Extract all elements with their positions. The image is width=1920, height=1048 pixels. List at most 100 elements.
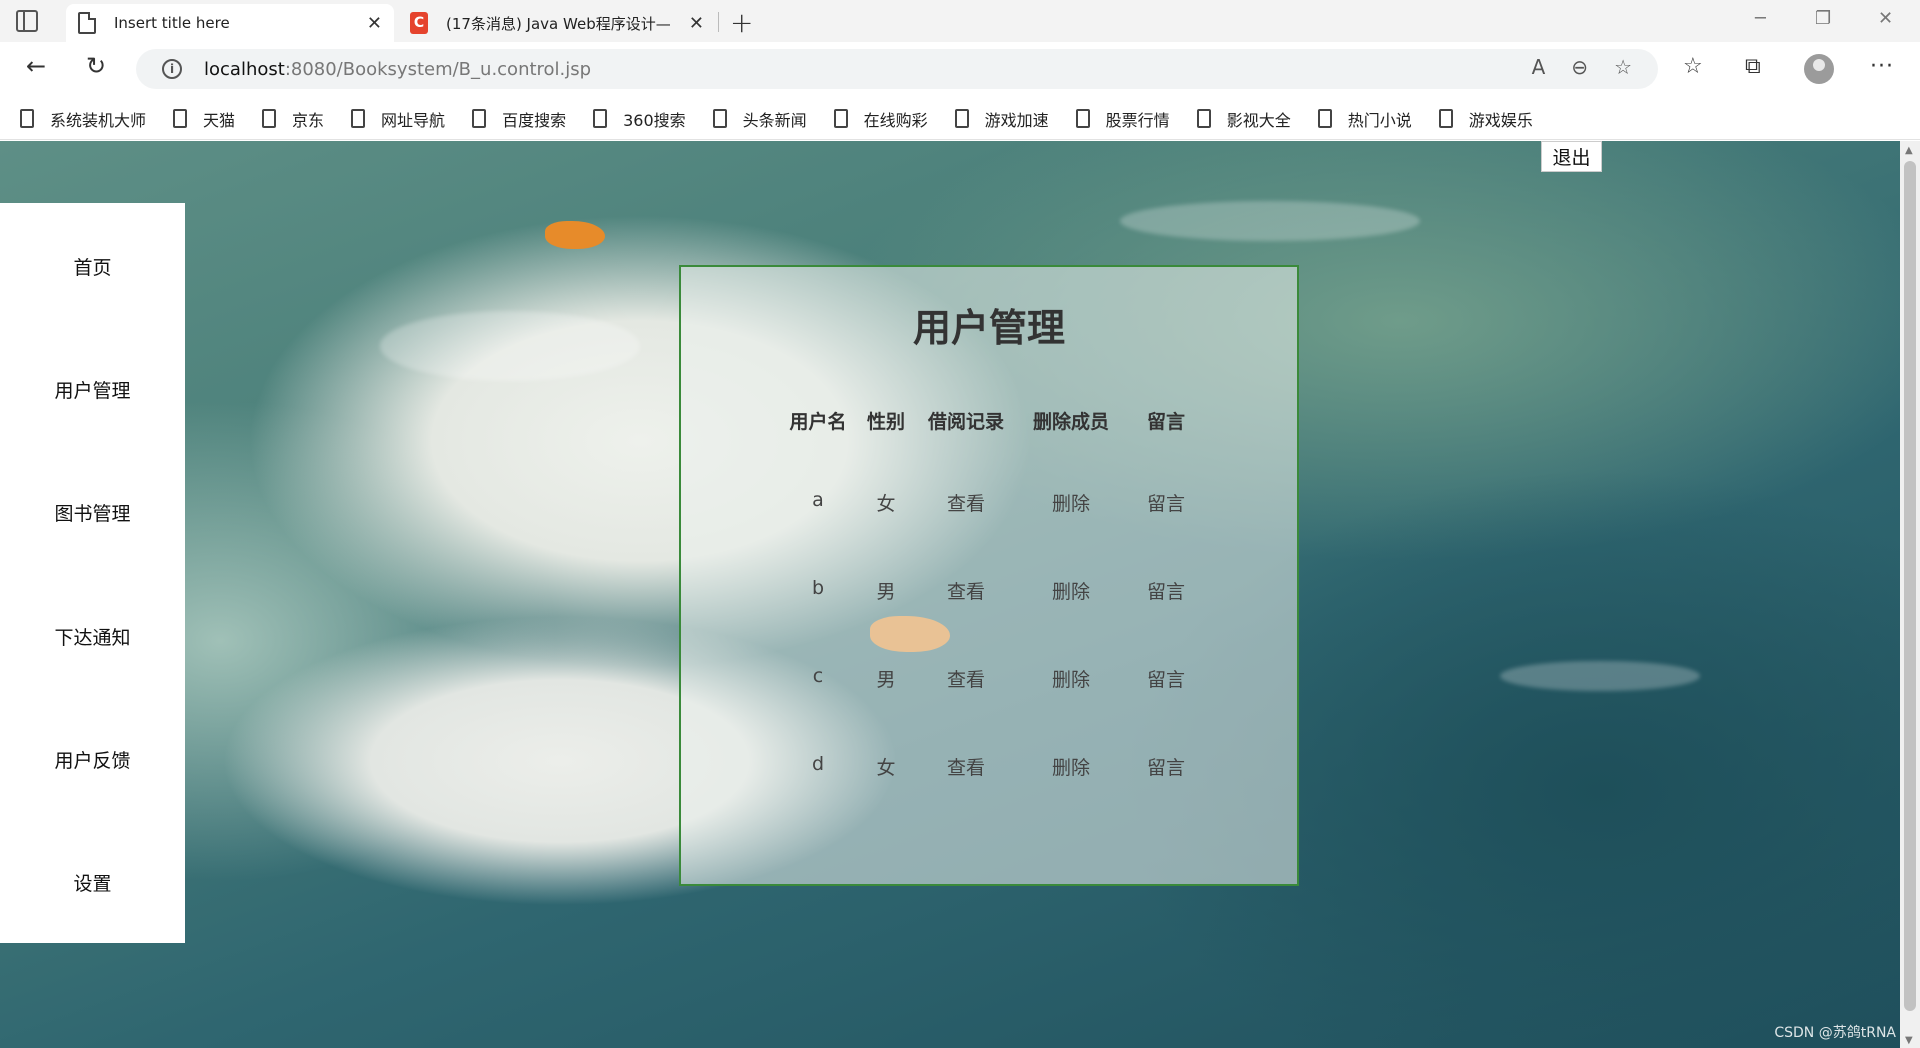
page-icon [472,109,487,128]
message-link[interactable]: 留言 [1116,577,1216,604]
url-path: :8080/Booksystem/B_u.control.jsp [284,58,592,80]
bookmark-item[interactable]: 游戏加速 [954,107,1049,131]
bookmark-item[interactable]: 京东 [262,107,324,131]
url-text[interactable]: localhost:8080/Booksystem/B_u.control.js… [204,59,591,80]
page-icon [20,109,34,128]
bookmark-item[interactable]: 百度搜索 [472,107,566,131]
bookmark-item[interactable]: 热门小说 [1317,107,1412,131]
column-header-delete: 删除成员 [1032,411,1109,433]
bookmark-label: 京东 [292,110,325,130]
sidebar-item-home[interactable]: 首页 [0,253,185,280]
minimize-icon[interactable]: ─ [1755,8,1766,29]
scroll-up-icon[interactable]: ▲ [1905,145,1913,156]
zoom-out-icon[interactable]: ⊖ [1571,55,1588,79]
background-glint [380,311,640,381]
bookmark-label: 在线购彩 [863,110,928,130]
more-icon[interactable]: ··· [1870,54,1894,79]
bookmark-label: 天猫 [203,110,236,130]
page-icon [1438,109,1453,128]
bookmark-label: 网址导航 [381,110,446,130]
read-aloud-icon[interactable]: A [1532,55,1546,79]
duck-beak-shape [545,221,605,249]
restore-icon[interactable]: ❐ [1815,8,1831,29]
tab-separator [718,12,719,32]
profile-avatar[interactable] [1804,54,1834,84]
info-icon[interactable]: i [162,59,182,79]
browser-toolbar: ← ↻ i localhost:8080/Booksystem/B_u.cont… [0,42,1920,98]
close-icon[interactable]: ✕ [367,13,382,34]
scroll-down-icon[interactable]: ▼ [1905,1035,1913,1046]
bookmark-label: 360搜索 [623,110,686,130]
close-icon[interactable]: ✕ [689,13,704,34]
url-host: localhost [204,58,285,80]
bookmark-item[interactable]: 360搜索 [593,107,686,131]
page-icon [954,109,969,128]
page-icon [262,109,277,128]
page-title: 用户管理 [912,306,1065,350]
sidebar-item-books[interactable]: 图书管理 [0,499,185,526]
user-management-panel: 用户管理 用户名 性别 借阅记录 删除成员 留言 a 女 查看 删除 留言 b … [679,265,1299,886]
sidebar-item-settings[interactable]: 设置 [0,869,185,896]
column-header-borrow: 借阅记录 [927,411,1004,433]
bookmark-label: 头条新闻 [742,110,807,130]
page-icon [833,109,848,128]
back-icon[interactable]: ← [26,52,46,80]
page-icon [1317,109,1332,128]
bookmark-label: 影视大全 [1226,110,1291,130]
sidebar-item-feedback[interactable]: 用户反馈 [0,746,185,773]
csdn-icon: C [410,12,428,34]
delete-user-link[interactable]: 删除 [1021,753,1121,780]
page-icon [78,12,96,34]
bookmark-item[interactable]: 在线购彩 [833,107,928,131]
bookmark-label: 百度搜索 [502,110,567,130]
reload-icon[interactable]: ↻ [86,52,106,80]
background-glint [1500,661,1700,691]
page-scrollbar[interactable]: ▲ ▼ [1900,141,1920,1048]
bookmark-label: 游戏加速 [984,110,1049,130]
bookmark-label: 股票行情 [1105,110,1170,130]
bookmark-item[interactable]: 头条新闻 [712,107,807,131]
new-tab-icon[interactable]: + [730,6,753,39]
message-link[interactable]: 留言 [1116,665,1216,692]
tab-bar: Insert title here ✕ C (17条消息) Java Web程序… [0,0,1920,42]
delete-user-link[interactable]: 删除 [1021,665,1121,692]
delete-user-link[interactable]: 删除 [1021,489,1121,516]
bookmark-label: 系统装机大师 [50,110,147,130]
bookmark-label: 游戏娱乐 [1468,110,1533,130]
address-bar[interactable]: i localhost:8080/Booksystem/B_u.control.… [136,49,1658,89]
scroll-thumb[interactable] [1904,161,1916,1011]
message-link[interactable]: 留言 [1116,753,1216,780]
bookmark-label: 热门小说 [1347,110,1412,130]
view-borrow-link[interactable]: 查看 [916,577,1016,604]
collections-icon[interactable]: ⧉ [1745,54,1761,79]
tab-csdn[interactable]: C (17条消息) Java Web程序设计— ✕ [398,4,716,42]
sidebar-item-notice[interactable]: 下达通知 [0,623,185,650]
bookmark-item[interactable]: 系统装机大师 [20,107,146,131]
page-icon [173,109,188,128]
view-borrow-link[interactable]: 查看 [916,489,1016,516]
favorites-icon[interactable]: ☆ [1683,54,1703,79]
view-borrow-link[interactable]: 查看 [916,753,1016,780]
bookmark-item[interactable]: 天猫 [173,107,235,131]
bookmark-item[interactable]: 影视大全 [1196,107,1291,131]
page-icon [1196,109,1211,128]
window-close-icon[interactable]: ✕ [1878,8,1893,29]
column-header-message: 留言 [1146,411,1185,433]
page-icon [712,109,727,128]
tab-title: Insert title here [114,14,230,32]
sidebar: 首页 用户管理 图书管理 下达通知 用户反馈 设置 [0,203,185,943]
message-link[interactable]: 留言 [1116,489,1216,516]
watermark: CSDN @苏鸽tRNA [1774,1025,1896,1041]
bookmark-item[interactable]: 股票行情 [1075,107,1170,131]
sidebar-item-users[interactable]: 用户管理 [0,376,185,403]
bookmark-item[interactable]: 游戏娱乐 [1438,107,1533,131]
delete-user-link[interactable]: 删除 [1021,577,1121,604]
page-icon [593,109,608,128]
bookmark-item[interactable]: 网址导航 [351,107,445,131]
page-icon [1075,109,1090,128]
view-borrow-link[interactable]: 查看 [916,665,1016,692]
tab-actions-icon[interactable] [16,10,38,32]
tab-insert-title[interactable]: Insert title here ✕ [66,4,394,42]
logout-button[interactable]: 退出 [1541,141,1602,172]
add-favorite-icon[interactable]: ☆ [1614,55,1632,79]
